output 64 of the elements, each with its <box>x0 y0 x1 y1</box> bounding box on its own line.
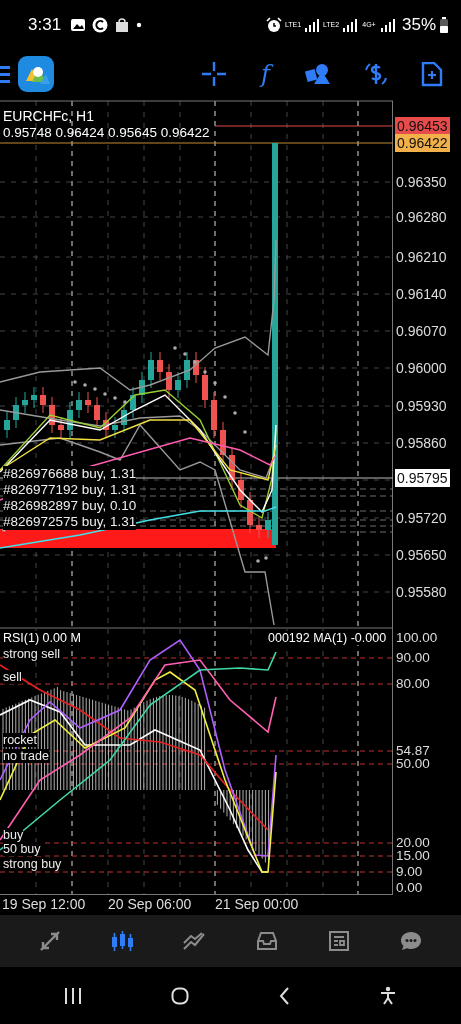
gallery-icon <box>70 17 87 33</box>
price-tick: 0.96000 <box>395 359 448 377</box>
level-tick: 90.00 <box>395 649 431 667</box>
time-label: 21 Sep 00:00 <box>215 896 299 912</box>
zone-label: rocket <box>3 733 38 748</box>
indicator-label: RSI(1) 0.00 M <box>3 631 81 646</box>
indicators-button[interactable]: f <box>259 61 272 87</box>
zone-label: strong sell <box>3 647 60 662</box>
level-tick: 100.00 <box>395 629 439 647</box>
inbox-icon[interactable] <box>254 929 279 953</box>
zone-label: strong buy <box>3 857 62 872</box>
symbol-label: EURCHFc, H1 <box>3 108 94 125</box>
ohlc-values: 0.95748 0.96424 0.95645 0.96422 <box>3 125 210 141</box>
price-tick: 0.95720 <box>395 509 448 527</box>
shapes-icon[interactable] <box>305 62 331 86</box>
recent-apps-icon[interactable] <box>64 986 83 1005</box>
price-tick: 0.95580 <box>395 583 448 601</box>
zone-label: sell <box>3 670 22 685</box>
bid-price-tag: 0.96422 <box>395 134 450 152</box>
newspaper-icon[interactable] <box>326 929 351 953</box>
new-order-icon[interactable] <box>421 61 443 87</box>
circle-c-icon <box>92 17 109 33</box>
alarm-icon <box>265 17 282 33</box>
menu-icon[interactable] <box>0 65 10 83</box>
crosshair-icon[interactable] <box>202 62 227 86</box>
indicator-label: 000192 MA(1) -0.000 <box>268 631 387 646</box>
price-line-tag: 0.95795 <box>395 469 450 487</box>
home-icon[interactable] <box>171 986 190 1005</box>
order-label: #826976688 buy, 1.31 <box>3 466 137 482</box>
signal-icon <box>341 18 358 32</box>
price-tick: 0.95930 <box>395 397 448 415</box>
ask-price-tag: 0.96453 <box>395 117 450 135</box>
level-tick: 9.00 <box>395 863 424 881</box>
chat-bubble-icon[interactable] <box>398 929 423 953</box>
time-label: 20 Sep 06:00 <box>108 896 192 912</box>
battery-percent: 35% <box>401 15 436 35</box>
zone-label: buy <box>3 828 24 843</box>
shopping-bag-icon <box>114 17 131 33</box>
accessibility-icon[interactable] <box>378 986 397 1005</box>
price-tick: 0.96140 <box>395 285 448 303</box>
level-tick: 80.00 <box>395 675 431 693</box>
price-tick: 0.95860 <box>395 434 448 452</box>
time-label: 19 Sep 12:00 <box>2 896 86 912</box>
price-tick: 0.96210 <box>395 248 448 266</box>
battery-icon <box>439 17 449 33</box>
level-tick: 0.00 <box>395 879 424 897</box>
app-logo-icon[interactable] <box>18 56 54 92</box>
price-tick: 0.96280 <box>395 208 448 226</box>
price-tick: 0.95650 <box>395 546 448 564</box>
order-label: #826982897 buy, 0.10 <box>3 498 137 514</box>
arrows-icon[interactable] <box>38 929 63 953</box>
clock-time: 3:31 <box>28 15 62 35</box>
zone-label: 50 buy <box>3 842 41 857</box>
dollar-arrows-icon[interactable] <box>364 62 388 86</box>
back-icon[interactable] <box>277 986 290 1005</box>
order-label: #826977192 buy, 1.31 <box>3 482 137 498</box>
candlestick-icon[interactable] <box>110 929 135 953</box>
zone-label: no trade <box>3 749 49 764</box>
signal-icon <box>379 18 396 32</box>
signal-icon <box>303 18 320 32</box>
price-tick: 0.96070 <box>395 322 448 340</box>
price-tick: 0.96350 <box>395 173 448 191</box>
dot-icon <box>136 22 143 28</box>
order-label: #826972575 buy, 1.31 <box>3 514 137 530</box>
